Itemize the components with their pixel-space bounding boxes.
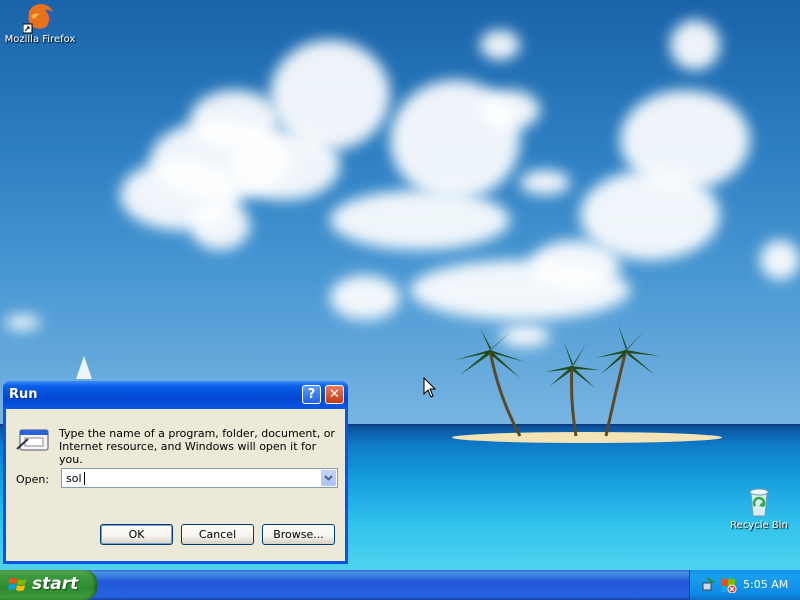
network-icon[interactable] <box>701 577 717 593</box>
desktop-icon-label: Recycle Bin <box>730 520 788 531</box>
sailboat-graphic <box>76 356 92 379</box>
desktop-icon-recycle-bin[interactable]: Recycle Bin <box>719 486 799 532</box>
wallpaper-cloud <box>620 90 750 190</box>
wallpaper-cloud <box>520 170 570 195</box>
windows-logo-icon <box>8 578 26 591</box>
wallpaper-cloud <box>670 20 720 70</box>
firefox-icon <box>23 4 53 34</box>
dialog-title: Run <box>9 387 38 402</box>
run-dialog-title-bar[interactable]: Run ? ✕ <box>3 381 348 409</box>
wallpaper-cloud <box>330 275 400 320</box>
chevron-down-icon <box>324 475 333 481</box>
desktop[interactable]: Mozilla Firefox Recycle Bin Run ? ✕ Type… <box>0 0 800 570</box>
start-button[interactable]: start <box>0 570 97 600</box>
combobox-dropdown-button[interactable] <box>321 470 336 486</box>
wallpaper-cloud <box>330 190 510 250</box>
wallpaper-cloud <box>230 130 340 200</box>
recycle-bin-icon <box>749 488 769 517</box>
close-button[interactable]: ✕ <box>325 385 344 404</box>
security-alert-icon[interactable] <box>719 577 737 593</box>
run-description: Type the name of a program, folder, docu… <box>59 427 335 466</box>
wallpaper-cloud <box>190 200 250 250</box>
browse-button[interactable]: Browse... <box>262 524 335 545</box>
wallpaper-cloud <box>480 90 540 130</box>
text-caret <box>84 472 85 485</box>
clock[interactable]: 5:05 AM <box>743 578 788 591</box>
desktop-icon-label: Mozilla Firefox <box>4 34 76 45</box>
open-combobox[interactable]: sol <box>61 468 338 488</box>
desktop-icon-firefox[interactable]: Mozilla Firefox <box>0 0 80 46</box>
cancel-button[interactable]: Cancel <box>181 524 254 545</box>
system-tray: 5:05 AM <box>689 570 800 600</box>
wallpaper-cloud <box>480 30 520 60</box>
run-program-icon <box>16 429 49 451</box>
palm-trees-graphic <box>455 324 660 437</box>
ok-button[interactable]: OK <box>100 524 173 545</box>
help-button[interactable]: ? <box>302 385 321 404</box>
mouse-cursor-icon <box>423 377 437 398</box>
open-label: Open: <box>16 473 50 486</box>
start-label: start <box>32 574 79 594</box>
open-input-value[interactable]: sol <box>66 472 82 485</box>
wallpaper-cloud <box>5 315 40 330</box>
run-dialog-body: Type the name of a program, folder, docu… <box>6 409 345 561</box>
run-dialog: Run ? ✕ Type the name of a program, fold… <box>3 381 348 564</box>
taskbar[interactable]: start 5:05 AM <box>0 570 800 600</box>
wallpaper-cloud <box>760 240 800 280</box>
